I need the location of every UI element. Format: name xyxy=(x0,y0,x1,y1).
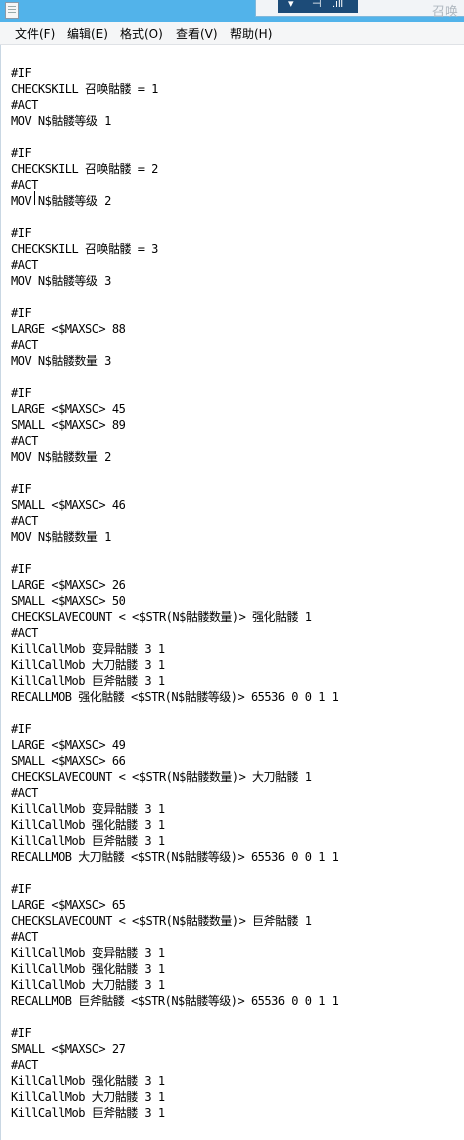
taskbar-strip: ▾ ⊣ .ıll 召唤 xyxy=(255,0,464,20)
menu-help[interactable]: 帮助(H) xyxy=(230,25,272,42)
text-editor[interactable]: #IF CHECKSKILL 召唤骷髅 = 1 #ACT MOV N$骷髅等级 … xyxy=(0,45,464,1140)
taskbar-controls: ▾ ⊣ .ıll xyxy=(278,0,358,13)
menu-file[interactable]: 文件(F) xyxy=(15,25,55,42)
menu-edit[interactable]: 编辑(E) xyxy=(67,25,108,42)
dropdown-arrow-icon[interactable]: ▾ xyxy=(288,0,294,11)
editor-content[interactable]: #IF CHECKSKILL 召唤骷髅 = 1 #ACT MOV N$骷髅等级 … xyxy=(11,65,339,1121)
background-window-title: 召唤 xyxy=(432,5,459,20)
signal-icon: .ıll xyxy=(332,0,343,10)
title-bar: ▾ ⊣ .ıll 召唤 xyxy=(0,0,464,22)
text-caret xyxy=(34,191,35,205)
notepad-icon xyxy=(5,2,19,19)
menu-format[interactable]: 格式(O) xyxy=(120,25,163,42)
pin-icon[interactable]: ⊣ xyxy=(312,0,322,11)
menu-bar: 文件(F) 编辑(E) 格式(O) 查看(V) 帮助(H) xyxy=(0,22,464,45)
menu-view[interactable]: 查看(V) xyxy=(176,25,218,42)
